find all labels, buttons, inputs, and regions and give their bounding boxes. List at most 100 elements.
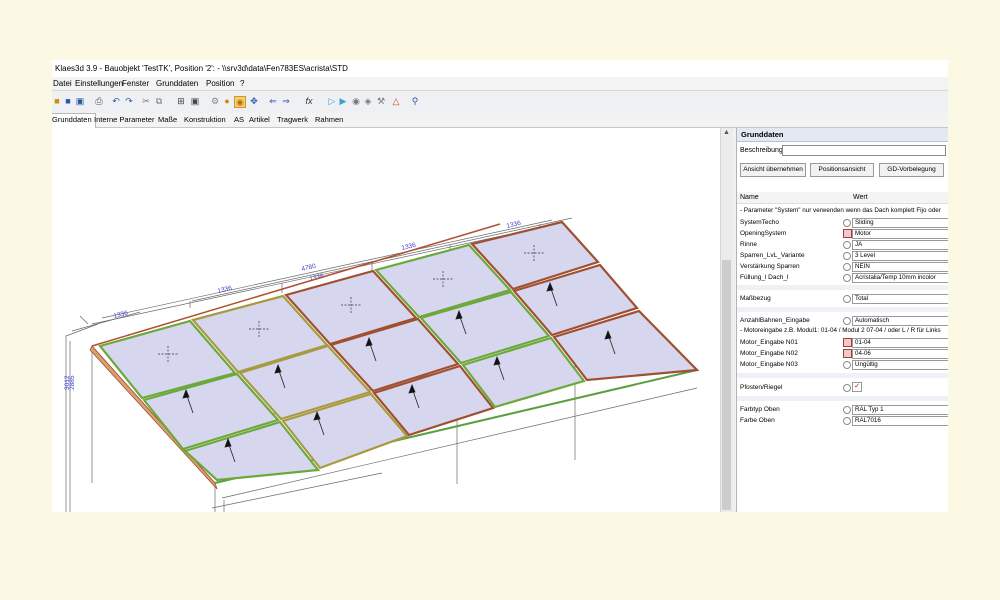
print-icon[interactable]: ⎙ (94, 96, 104, 106)
save-all-icon[interactable]: ▣ (75, 96, 85, 106)
scroll-up-icon[interactable]: ▲ (723, 129, 730, 136)
prop-row[interactable]: Sparren_LvL_Variante 3 Level (737, 250, 948, 261)
tab-masse[interactable]: Maße (158, 115, 177, 124)
radio-icon[interactable] (843, 263, 851, 271)
viewport-scrollbar[interactable]: ▲ (720, 128, 733, 512)
copy-icon[interactable]: ⧉ (154, 96, 164, 106)
radio-icon[interactable] (843, 417, 851, 425)
warning-icon[interactable]: △ (391, 96, 401, 106)
col-name: Name (740, 194, 759, 201)
prop-row[interactable]: OpeningSystem Motor (737, 228, 948, 239)
select-icon[interactable]: ▣ (190, 96, 200, 106)
prop-row[interactable]: Pfosten/Riegel ✓ (737, 382, 948, 393)
tab-konstruktion[interactable]: Konstruktion (184, 115, 226, 124)
open-icon[interactable]: ■ (52, 96, 62, 106)
tool-icon[interactable]: ⚙ (210, 96, 220, 106)
prop-row[interactable]: AnzahlBahnen_Eingabe Automatisch (737, 315, 948, 326)
prop-value[interactable]: Acristalia/Temp 10mm incolor (852, 273, 948, 283)
dim-row2: 1336 (217, 285, 233, 295)
prop-row[interactable]: Maßbezug Total (737, 293, 948, 304)
pfosten-checkbox-icon[interactable]: ✓ (852, 382, 862, 392)
prop-row[interactable]: Motor_Eingabe N03 Ungültig (737, 359, 948, 370)
radio-icon[interactable] (843, 274, 851, 282)
play2-icon[interactable]: ▶ (338, 96, 348, 106)
prop-value[interactable]: 04-06 (852, 349, 948, 359)
edit-icon[interactable] (843, 338, 852, 347)
tool2-icon[interactable]: ● (222, 96, 232, 106)
divider (737, 373, 948, 378)
radio-icon[interactable] (843, 361, 851, 369)
function-icon[interactable]: fx (304, 96, 314, 106)
save-icon[interactable]: ■ (63, 96, 73, 106)
radio-icon[interactable] (843, 219, 851, 227)
beschreibung-label: Beschreibung: (740, 147, 785, 154)
ansicht-uebernehmen-button[interactable]: Ansicht übernehmen (740, 163, 806, 177)
tab-rahmen[interactable]: Rahmen (315, 115, 343, 124)
divider (737, 396, 948, 401)
radio-icon[interactable] (843, 406, 851, 414)
radio-icon[interactable] (843, 384, 851, 392)
play-icon[interactable]: ▷ (327, 96, 337, 106)
menu-position[interactable]: Position (206, 79, 234, 88)
prop-value[interactable]: 3 Level (852, 251, 948, 261)
radio-icon[interactable] (843, 295, 851, 303)
tab-interne-parameter[interactable]: Interne Parameter (94, 115, 154, 124)
forward-icon[interactable]: ⇒ (281, 96, 291, 106)
prop-row[interactable]: Farbtyp Oben RAL Typ 1 (737, 404, 948, 415)
tool3-icon[interactable]: ◉ (234, 96, 246, 108)
positionsansicht-button[interactable]: Positionsansicht (810, 163, 874, 177)
render-icon[interactable]: ◉ (351, 96, 361, 106)
prop-value[interactable]: Automatisch (852, 316, 948, 326)
prop-row[interactable]: Motor_Eingabe N02 04-06 (737, 348, 948, 359)
prop-value[interactable]: Total (852, 294, 948, 304)
prop-value[interactable]: Motor (852, 229, 948, 239)
dim-top-segment-b: 1336 (309, 273, 325, 283)
prop-name: Farbtyp Oben (740, 406, 780, 413)
prop-value[interactable]: JA (852, 240, 948, 250)
radio-icon[interactable] (843, 252, 851, 260)
grid-icon[interactable]: ⊞ (176, 96, 186, 106)
radio-icon[interactable] (843, 241, 851, 249)
prop-name: Füllung_l Dach_l (740, 274, 789, 281)
gd-vorbelegung-button[interactable]: GD-Vorbelegung (879, 163, 944, 177)
edit-icon[interactable] (843, 229, 852, 238)
prop-value[interactable]: 01-04 (852, 338, 948, 348)
redo-icon[interactable]: ↷ (124, 96, 134, 106)
prop-name: SystemTecho (740, 219, 780, 226)
tab-tragwerk[interactable]: Tragwerk (277, 115, 308, 124)
menu-help[interactable]: ? (240, 79, 244, 88)
tool4-icon[interactable]: ⚒ (376, 96, 386, 106)
prop-value[interactable]: Sliding (852, 218, 948, 228)
shape-icon[interactable]: ◈ (363, 96, 373, 106)
edit-icon[interactable] (843, 349, 852, 358)
beschreibung-input[interactable] (782, 145, 946, 156)
radio-icon[interactable] (843, 317, 851, 325)
undo-icon[interactable]: ↶ (111, 96, 121, 106)
prop-row[interactable]: Verstärkung Sparren NEIN (737, 261, 948, 272)
prop-value[interactable]: Ungültig (852, 360, 948, 370)
divider (737, 307, 948, 312)
back-icon[interactable]: ⇐ (268, 96, 278, 106)
tab-as[interactable]: AS (234, 115, 244, 124)
prop-value[interactable]: RAL7016 (852, 416, 948, 426)
cut-icon[interactable]: ✂ (141, 96, 151, 106)
prop-row[interactable]: Füllung_l Dach_l Acristalia/Temp 10mm in… (737, 272, 948, 283)
menu-fenster[interactable]: Fenster (122, 79, 149, 88)
prop-value[interactable]: NEIN (852, 262, 948, 272)
prop-name: Motor_Eingabe N02 (740, 350, 798, 357)
roof-drawing[interactable]: 4780 1336 1336 1336 1336 1336 3012 2885 (52, 128, 720, 512)
prop-row[interactable]: Motor_Eingabe N01 01-04 (737, 337, 948, 348)
prop-row[interactable]: Rinne JA (737, 239, 948, 250)
prop-row[interactable]: SystemTecho Sliding (737, 217, 948, 228)
3d-viewport[interactable]: 4780 1336 1336 1336 1336 1336 3012 2885 (52, 128, 720, 512)
menu-einstellungen[interactable]: Einstellungen (75, 79, 123, 88)
prop-value[interactable]: RAL Typ 1 (852, 405, 948, 415)
menu-datei[interactable]: Datei (53, 79, 72, 88)
prop-row[interactable]: Farbe Oben RAL7016 (737, 415, 948, 426)
scrollbar-thumb[interactable] (722, 260, 731, 510)
zoom-icon[interactable]: ⚲ (410, 96, 420, 106)
tab-artikel[interactable]: Artikel (249, 115, 270, 124)
tab-grunddaten[interactable]: Grunddaten (52, 113, 96, 128)
menu-grunddaten[interactable]: Grunddaten (156, 79, 198, 88)
move-icon[interactable]: ✥ (249, 96, 259, 106)
